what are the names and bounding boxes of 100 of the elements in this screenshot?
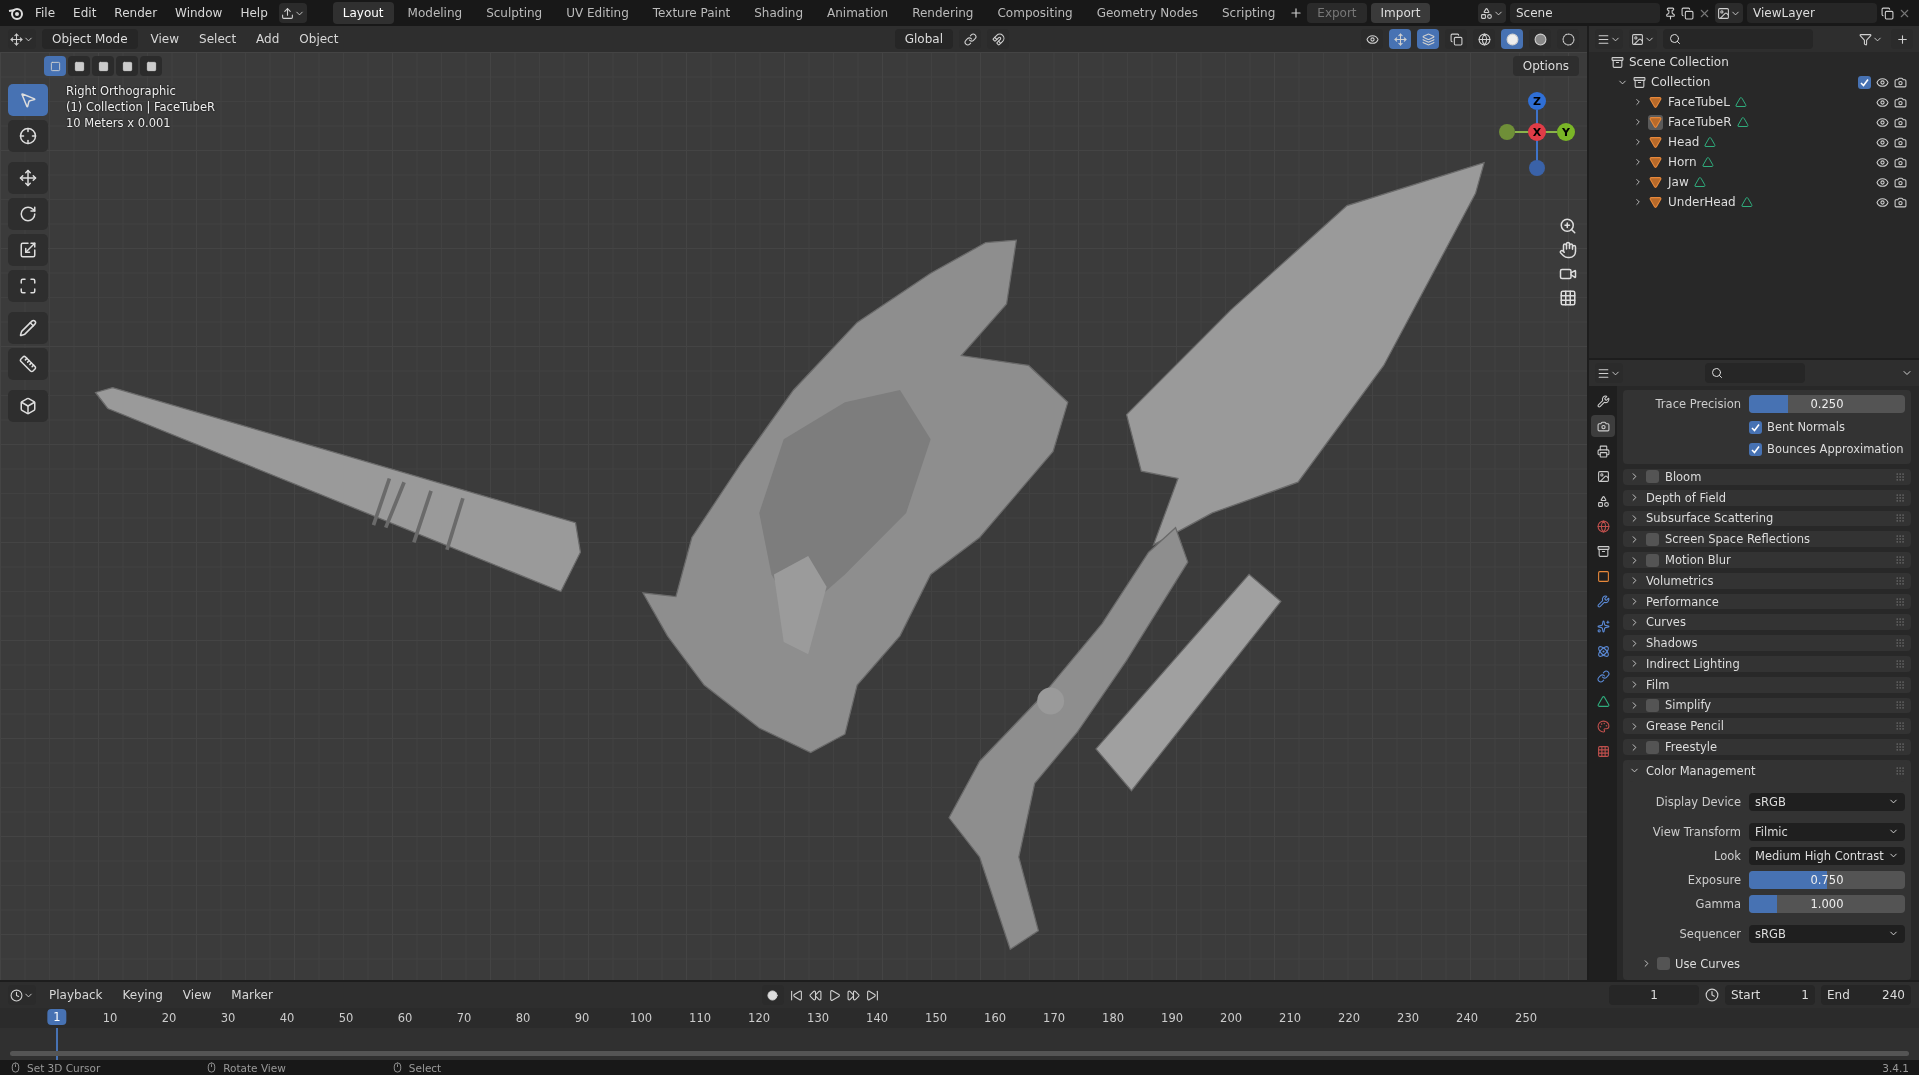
mode-dropdown[interactable]: Object Mode	[42, 29, 138, 49]
tree-item[interactable]: Head	[1668, 135, 1700, 149]
workspace-tab[interactable]: Geometry Nodes	[1086, 2, 1208, 24]
tree-item[interactable]: Jaw	[1668, 175, 1689, 189]
panel-header[interactable]: Subsurface Scattering	[1623, 510, 1911, 527]
upload-button[interactable]	[278, 3, 307, 23]
panel-header[interactable]: Freestyle	[1623, 739, 1911, 755]
orientation-dropdown[interactable]: Global	[894, 29, 953, 49]
transform-tool-button[interactable]	[8, 270, 48, 302]
menu-item[interactable]: File	[28, 3, 63, 23]
move-tool-button[interactable]	[8, 162, 48, 194]
menu-item[interactable]: Playback	[42, 985, 110, 1005]
rotate-tool-button[interactable]	[8, 198, 48, 230]
cube-tool-button[interactable]	[8, 390, 48, 422]
dropdown[interactable]: Medium High Contrast	[1749, 846, 1905, 865]
panel-checkbox[interactable]	[1646, 699, 1659, 712]
search-field[interactable]	[1663, 29, 1813, 49]
import-button[interactable]: Import	[1370, 3, 1431, 23]
menu-item[interactable]: Help	[233, 3, 275, 23]
select-mode-button[interactable]	[92, 56, 114, 76]
pencil-tool-button[interactable]	[8, 312, 48, 344]
menu-item[interactable]: Edit	[66, 3, 104, 23]
axis-label[interactable]: X	[1528, 123, 1546, 141]
scene-field[interactable]: Scene	[1510, 3, 1660, 23]
menu-item[interactable]: Marker	[224, 985, 280, 1005]
end-frame-field[interactable]: End 240	[1821, 985, 1911, 1005]
workspace-tab[interactable]: Modeling	[397, 2, 473, 24]
workspace-tab[interactable]: Layout	[332, 2, 394, 24]
checkbox[interactable]	[1749, 420, 1762, 434]
panel-header[interactable]: Depth of Field	[1623, 489, 1911, 506]
scale-tool-button[interactable]	[8, 234, 48, 266]
panel-checkbox[interactable]	[1646, 553, 1659, 567]
tree-item[interactable]: Scene Collection	[1629, 55, 1729, 69]
mesh-object-icon[interactable]	[1648, 94, 1663, 110]
overlay-toggle-button[interactable]	[1417, 29, 1439, 49]
current-frame-field[interactable]: 1	[1609, 985, 1699, 1005]
checkbox[interactable]	[1657, 957, 1670, 971]
workspace-tab[interactable]: UV Editing	[556, 2, 639, 24]
render-tab[interactable]	[1591, 415, 1615, 437]
mesh-object-icon[interactable]	[1648, 194, 1663, 210]
mesh-object-icon[interactable]	[1648, 174, 1663, 190]
menu-item[interactable]: Add	[249, 29, 287, 49]
workspace-tab[interactable]: Compositing	[987, 2, 1083, 24]
playhead-frame[interactable]: 1	[47, 1009, 67, 1025]
workspace-tab[interactable]: Scripting	[1211, 2, 1286, 24]
search-field[interactable]	[1705, 363, 1805, 383]
panel-header[interactable]: Indirect Lighting	[1623, 656, 1911, 672]
checkbox[interactable]	[1749, 442, 1762, 456]
options-dropdown[interactable]: Options	[1512, 56, 1579, 76]
tree-item[interactable]: UnderHead	[1668, 195, 1736, 209]
cursor-tool-button[interactable]	[8, 120, 48, 152]
tree-item[interactable]: FaceTubeL	[1668, 95, 1730, 109]
panel-checkbox[interactable]	[1646, 532, 1659, 546]
value-slider[interactable]: 0.750	[1749, 870, 1905, 889]
select-mode-button[interactable]	[44, 56, 66, 76]
menu-item[interactable]: Window	[168, 3, 230, 23]
mesh-object-icon[interactable]	[1648, 134, 1663, 150]
panel-header[interactable]: Grease Pencil	[1623, 718, 1911, 735]
menu-item[interactable]: View	[143, 29, 187, 49]
start-frame-field[interactable]: Start 1	[1725, 985, 1815, 1005]
workspace-tab[interactable]: Texture Paint	[642, 2, 741, 24]
tree-item[interactable]: Collection	[1651, 75, 1711, 89]
value-slider[interactable]: 1.000	[1749, 894, 1905, 913]
view-layer-selector-button[interactable]	[1715, 3, 1743, 23]
panel-header[interactable]: Film	[1623, 676, 1911, 693]
panel-header[interactable]: Volumetrics	[1623, 572, 1911, 589]
trace-precision-slider[interactable]: 0.250	[1749, 395, 1905, 413]
select-mode-button[interactable]	[140, 56, 162, 76]
ruler-tool-button[interactable]	[8, 348, 48, 380]
menu-item[interactable]: Object	[292, 29, 346, 49]
include-checkbox[interactable]	[1858, 75, 1871, 89]
axis-label[interactable]: Z	[1528, 92, 1546, 110]
panel-header[interactable]: Motion Blur	[1623, 552, 1911, 568]
filter-image-button[interactable]	[1629, 29, 1657, 49]
workspace-tab[interactable]: Rendering	[902, 2, 984, 24]
menu-item[interactable]: Render	[107, 3, 165, 23]
dropdown[interactable]: sRGB	[1749, 924, 1905, 943]
menu-item[interactable]: View	[175, 985, 219, 1005]
panel-header[interactable]: Bloom	[1623, 469, 1911, 485]
dropdown[interactable]: sRGB	[1749, 792, 1905, 811]
panel-header[interactable]: Screen Space Reflections	[1623, 531, 1911, 548]
select-box-tool-button[interactable]	[8, 84, 48, 116]
tree-item[interactable]: Horn	[1668, 155, 1697, 169]
tree-item[interactable]: FaceTubeR	[1668, 115, 1732, 129]
menu-item[interactable]: Select	[192, 29, 244, 49]
menu-item[interactable]: Keying	[115, 985, 170, 1005]
panel-header[interactable]: Shadows	[1623, 635, 1911, 652]
axis-label[interactable]: Y	[1557, 123, 1575, 141]
gizmo-toggle-button[interactable]	[1389, 29, 1411, 49]
workspace-tab[interactable]: Shading	[744, 2, 813, 24]
dropdown[interactable]: Filmic	[1749, 822, 1905, 841]
view-layer-field[interactable]: ViewLayer	[1747, 3, 1877, 23]
mesh-object-icon[interactable]	[1648, 154, 1663, 170]
mesh-object-icon[interactable]	[1648, 114, 1663, 130]
workspace-tab[interactable]: Animation	[817, 2, 899, 24]
scene-selector-button[interactable]	[1478, 3, 1506, 23]
panel-header[interactable]: Curves	[1623, 614, 1911, 631]
panel-checkbox[interactable]	[1646, 470, 1659, 484]
app-logo-icon[interactable]	[8, 6, 24, 20]
panel-header[interactable]: Simplify	[1623, 697, 1911, 714]
